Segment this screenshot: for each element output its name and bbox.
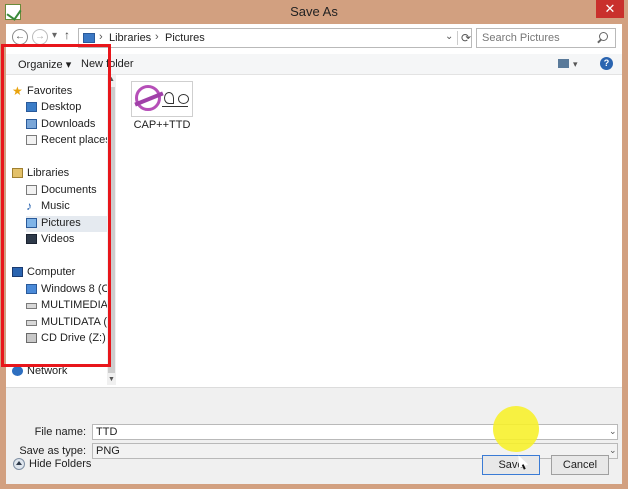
view-dropdown-icon[interactable]: ▾ bbox=[573, 59, 578, 70]
breadcrumb-pictures[interactable]: Pictures bbox=[165, 32, 205, 44]
network-icon bbox=[12, 366, 23, 376]
back-button[interactable]: ← bbox=[12, 29, 28, 45]
navigation-scrollbar[interactable]: ▲ ▼ bbox=[107, 75, 116, 385]
window-title: Save As bbox=[290, 4, 338, 19]
sidebar-item-multidata-e[interactable]: MULTIDATA (E:) bbox=[26, 315, 110, 331]
new-folder-button[interactable]: New folder bbox=[81, 58, 134, 70]
forward-button[interactable]: → bbox=[32, 29, 48, 45]
sidebar-item-cd-drive-z[interactable]: CD Drive (Z:) bbox=[26, 331, 110, 347]
sidebar-item-music[interactable]: ♪ Music bbox=[26, 199, 110, 215]
sidebar-item-network[interactable]: Network bbox=[12, 364, 110, 380]
sidebar-item-libraries[interactable]: Libraries bbox=[12, 166, 110, 182]
sidebar-item-documents[interactable]: Documents bbox=[26, 183, 110, 199]
save-as-type-label: Save as type: bbox=[19, 445, 86, 457]
breadcrumb-separator: › bbox=[155, 31, 159, 43]
sidebar-item-multimedia-d[interactable]: MULTIMEDIA (D: bbox=[26, 298, 110, 314]
downloads-folder-icon bbox=[26, 119, 37, 129]
view-options-icon[interactable] bbox=[558, 59, 569, 68]
search-input[interactable]: Search Pictures bbox=[482, 32, 560, 44]
image-thumbnail bbox=[131, 81, 193, 117]
sidebar-item-desktop[interactable]: Desktop bbox=[26, 100, 110, 116]
address-bar[interactable]: › Libraries › Pictures ⌄ ⟳ bbox=[78, 28, 472, 48]
computer-icon bbox=[12, 267, 23, 277]
sidebar-item-favorites[interactable]: ★ Favorites bbox=[12, 84, 110, 100]
help-icon[interactable]: ? bbox=[600, 57, 613, 70]
navigation-bar: ← → ▾ ↑ › Libraries › Pictures ⌄ ⟳ Searc… bbox=[6, 24, 622, 52]
search-icon[interactable] bbox=[599, 32, 608, 41]
star-icon: ★ bbox=[12, 84, 23, 98]
system-drive-icon bbox=[26, 284, 37, 294]
sidebar-item-pictures[interactable]: Pictures bbox=[26, 216, 110, 232]
save-as-window: Save As ✕ ← → ▾ ↑ › Libraries › Pictures… bbox=[0, 0, 628, 489]
file-name-label: File name: bbox=[34, 426, 86, 438]
documents-icon bbox=[26, 185, 37, 195]
save-options-panel: File name: TTD ⌄ Save as type: PNG ⌄ Hid… bbox=[6, 387, 622, 484]
chevron-down-icon[interactable]: ⌄ bbox=[609, 445, 617, 456]
pictures-icon bbox=[26, 218, 37, 228]
hard-drive-icon bbox=[26, 303, 37, 309]
sidebar-item-windows8-c[interactable]: Windows 8 (C:) bbox=[26, 282, 110, 298]
cd-drive-icon bbox=[26, 333, 37, 343]
file-list: CAP++TTD bbox=[120, 75, 622, 387]
pictures-folder-icon bbox=[83, 33, 95, 43]
address-dropdown-icon[interactable]: ⌄ bbox=[445, 31, 453, 42]
recent-places-icon bbox=[26, 135, 37, 145]
hard-drive-icon bbox=[26, 320, 37, 326]
up-arrow-icon[interactable]: ↑ bbox=[64, 28, 70, 42]
navigation-pane: ★ Favorites Desktop Downloads Recent pla… bbox=[6, 75, 116, 385]
collapse-up-icon bbox=[13, 458, 25, 470]
desktop-icon bbox=[26, 102, 37, 112]
search-box[interactable]: Search Pictures bbox=[476, 28, 616, 48]
scroll-thumb[interactable] bbox=[108, 87, 115, 373]
dialog-body: ← → ▾ ↑ › Libraries › Pictures ⌄ ⟳ Searc… bbox=[6, 24, 622, 484]
close-button[interactable]: ✕ bbox=[596, 0, 624, 18]
sidebar-item-downloads[interactable]: Downloads bbox=[26, 117, 110, 133]
chevron-down-icon[interactable]: ⌄ bbox=[609, 426, 617, 437]
videos-icon bbox=[26, 234, 37, 244]
title-bar: Save As ✕ bbox=[0, 0, 628, 24]
organize-button[interactable]: Organize ▾ bbox=[18, 58, 71, 71]
command-bar: Organize ▾ New folder ▾ ? bbox=[6, 54, 622, 75]
file-name-field[interactable]: TTD ⌄ bbox=[92, 424, 618, 440]
file-item[interactable]: CAP++TTD bbox=[128, 81, 196, 133]
breadcrumb-separator: › bbox=[99, 31, 103, 43]
sidebar-item-recent-places[interactable]: Recent places bbox=[26, 133, 110, 149]
libraries-icon bbox=[12, 168, 23, 178]
cancel-button[interactable]: Cancel bbox=[551, 455, 609, 475]
music-note-icon: ♪ bbox=[26, 199, 32, 213]
scroll-down-arrow-icon[interactable]: ▼ bbox=[107, 375, 116, 385]
refresh-icon[interactable]: ⟳ bbox=[457, 31, 475, 45]
file-name-label: CAP++TTD bbox=[133, 119, 191, 131]
recent-locations-icon[interactable]: ▾ bbox=[52, 30, 57, 41]
sidebar-item-videos[interactable]: Videos bbox=[26, 232, 110, 248]
sidebar-item-computer[interactable]: Computer bbox=[12, 265, 110, 281]
scroll-up-arrow-icon[interactable]: ▲ bbox=[107, 75, 116, 85]
signature-image bbox=[162, 90, 189, 107]
save-button[interactable]: Save bbox=[482, 455, 540, 475]
breadcrumb-libraries[interactable]: Libraries bbox=[109, 32, 151, 44]
